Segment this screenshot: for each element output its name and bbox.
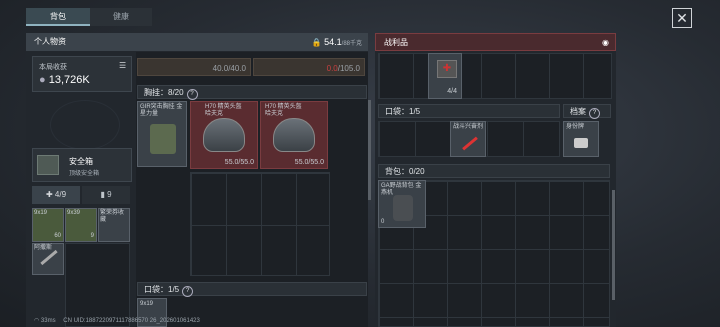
ammo-item-9x19[interactable]: 9x19 60 <box>32 208 64 242</box>
dog-tag-icon <box>574 138 588 148</box>
earnings-box[interactable]: 本局收获 ☰ ● 13,726K <box>32 56 132 92</box>
uid: CN UID:1887220971117886570 26_2026010614… <box>63 318 200 324</box>
loot-top-grid <box>378 53 612 99</box>
safe-box-name: 安全箱 <box>69 157 93 166</box>
medkit-icon: ✚ <box>437 60 457 78</box>
durability-bar-right: 0.0/105.0 <box>253 58 365 76</box>
helmet-item-1[interactable]: H70 精英头盔 哈夫克 55.0/55.0 <box>190 101 258 169</box>
close-icon[interactable]: ✕ <box>672 8 692 28</box>
loot-header: 战利品 ◉ <box>375 33 616 51</box>
loot-top-item[interactable]: ✚ 4/4 <box>428 53 462 99</box>
ammo-item-9x39[interactable]: 9x39 9 <box>65 208 97 242</box>
durability-bar-left: 40.0/40.0 <box>137 58 251 76</box>
medkit-icon: ✚ <box>45 190 53 199</box>
location-pin-icon[interactable]: ◉ <box>602 34 609 52</box>
safe-box-icon <box>37 155 59 175</box>
coin-icon: ● <box>39 74 46 86</box>
weight-icon: 🔒 <box>311 38 322 47</box>
safe-box[interactable]: 安全箱 顶级安全箱 <box>32 148 132 182</box>
earnings-value: ● 13,726K <box>39 74 90 86</box>
vest-section-header: 胸挂：8/20? <box>137 85 367 100</box>
vest-item[interactable]: GIR突击胸挂 金星力量 <box>137 101 187 167</box>
vest-grid <box>190 172 330 276</box>
wifi-icon: ◠ <box>34 318 40 324</box>
empty-grid-left <box>65 243 130 327</box>
helmet-icon <box>203 118 245 152</box>
vest-icon <box>150 124 176 154</box>
pocket-section-header: 口袋：1/5? <box>137 282 367 297</box>
emblem-watermark <box>50 100 120 150</box>
helmet-icon <box>273 118 315 152</box>
weight-unit: /88千克 <box>341 41 362 47</box>
loot-pocket-header: 口袋：1/5 <box>378 104 560 118</box>
syringe-icon <box>462 136 478 151</box>
weight-value: 54.1 <box>324 37 342 47</box>
durability-low: 0.0 <box>326 64 338 73</box>
list-icon[interactable]: ☰ <box>119 61 126 70</box>
tab-backpack[interactable]: 背包 <box>26 8 90 26</box>
tool-item[interactable]: 阿撒斯 <box>32 243 64 275</box>
scrollbar-right[interactable] <box>612 190 615 300</box>
container-tab-2[interactable]: ▮ 9 <box>82 186 130 204</box>
footer: ◠ 33ms CN UID:1887220971117886570 26_202… <box>34 317 434 327</box>
helmet-item-2[interactable]: H70 精英头盔 哈夫克 55.0/55.0 <box>260 101 328 169</box>
stimulant-item[interactable]: 战斗兴奋剂 <box>450 121 486 157</box>
loot-backpack-header: 背包：0/20 <box>378 164 610 178</box>
backpack-icon <box>393 195 413 221</box>
help-icon[interactable]: ? <box>186 89 198 100</box>
collectible-item[interactable]: 繁荣券收藏 <box>98 208 130 242</box>
panel-title: 个人物资 <box>34 37 66 46</box>
weight-readout: 🔒 54.1/88千克 <box>312 33 362 53</box>
ammo-icon: ▮ <box>100 190 105 199</box>
scrollbar[interactable] <box>368 100 371 200</box>
help-icon[interactable]: ? <box>182 286 194 297</box>
safe-box-sub: 顶级安全箱 <box>69 171 100 177</box>
ping: 33ms <box>40 318 56 324</box>
dog-tag-item[interactable]: 身份牌 <box>563 121 599 157</box>
dossier-header: 档案? <box>563 104 611 119</box>
tab-health[interactable]: 健康 <box>90 8 152 26</box>
backpack-item[interactable]: GA野战背包 金燕机 0 <box>378 180 426 228</box>
container-tab-1[interactable]: ✚ 4/9 <box>32 186 80 204</box>
help-icon[interactable]: ? <box>589 108 600 119</box>
personal-supplies-header: 个人物资 🔒 54.1/88千克 <box>26 33 368 51</box>
earnings-label: 本局收获 <box>39 64 67 71</box>
